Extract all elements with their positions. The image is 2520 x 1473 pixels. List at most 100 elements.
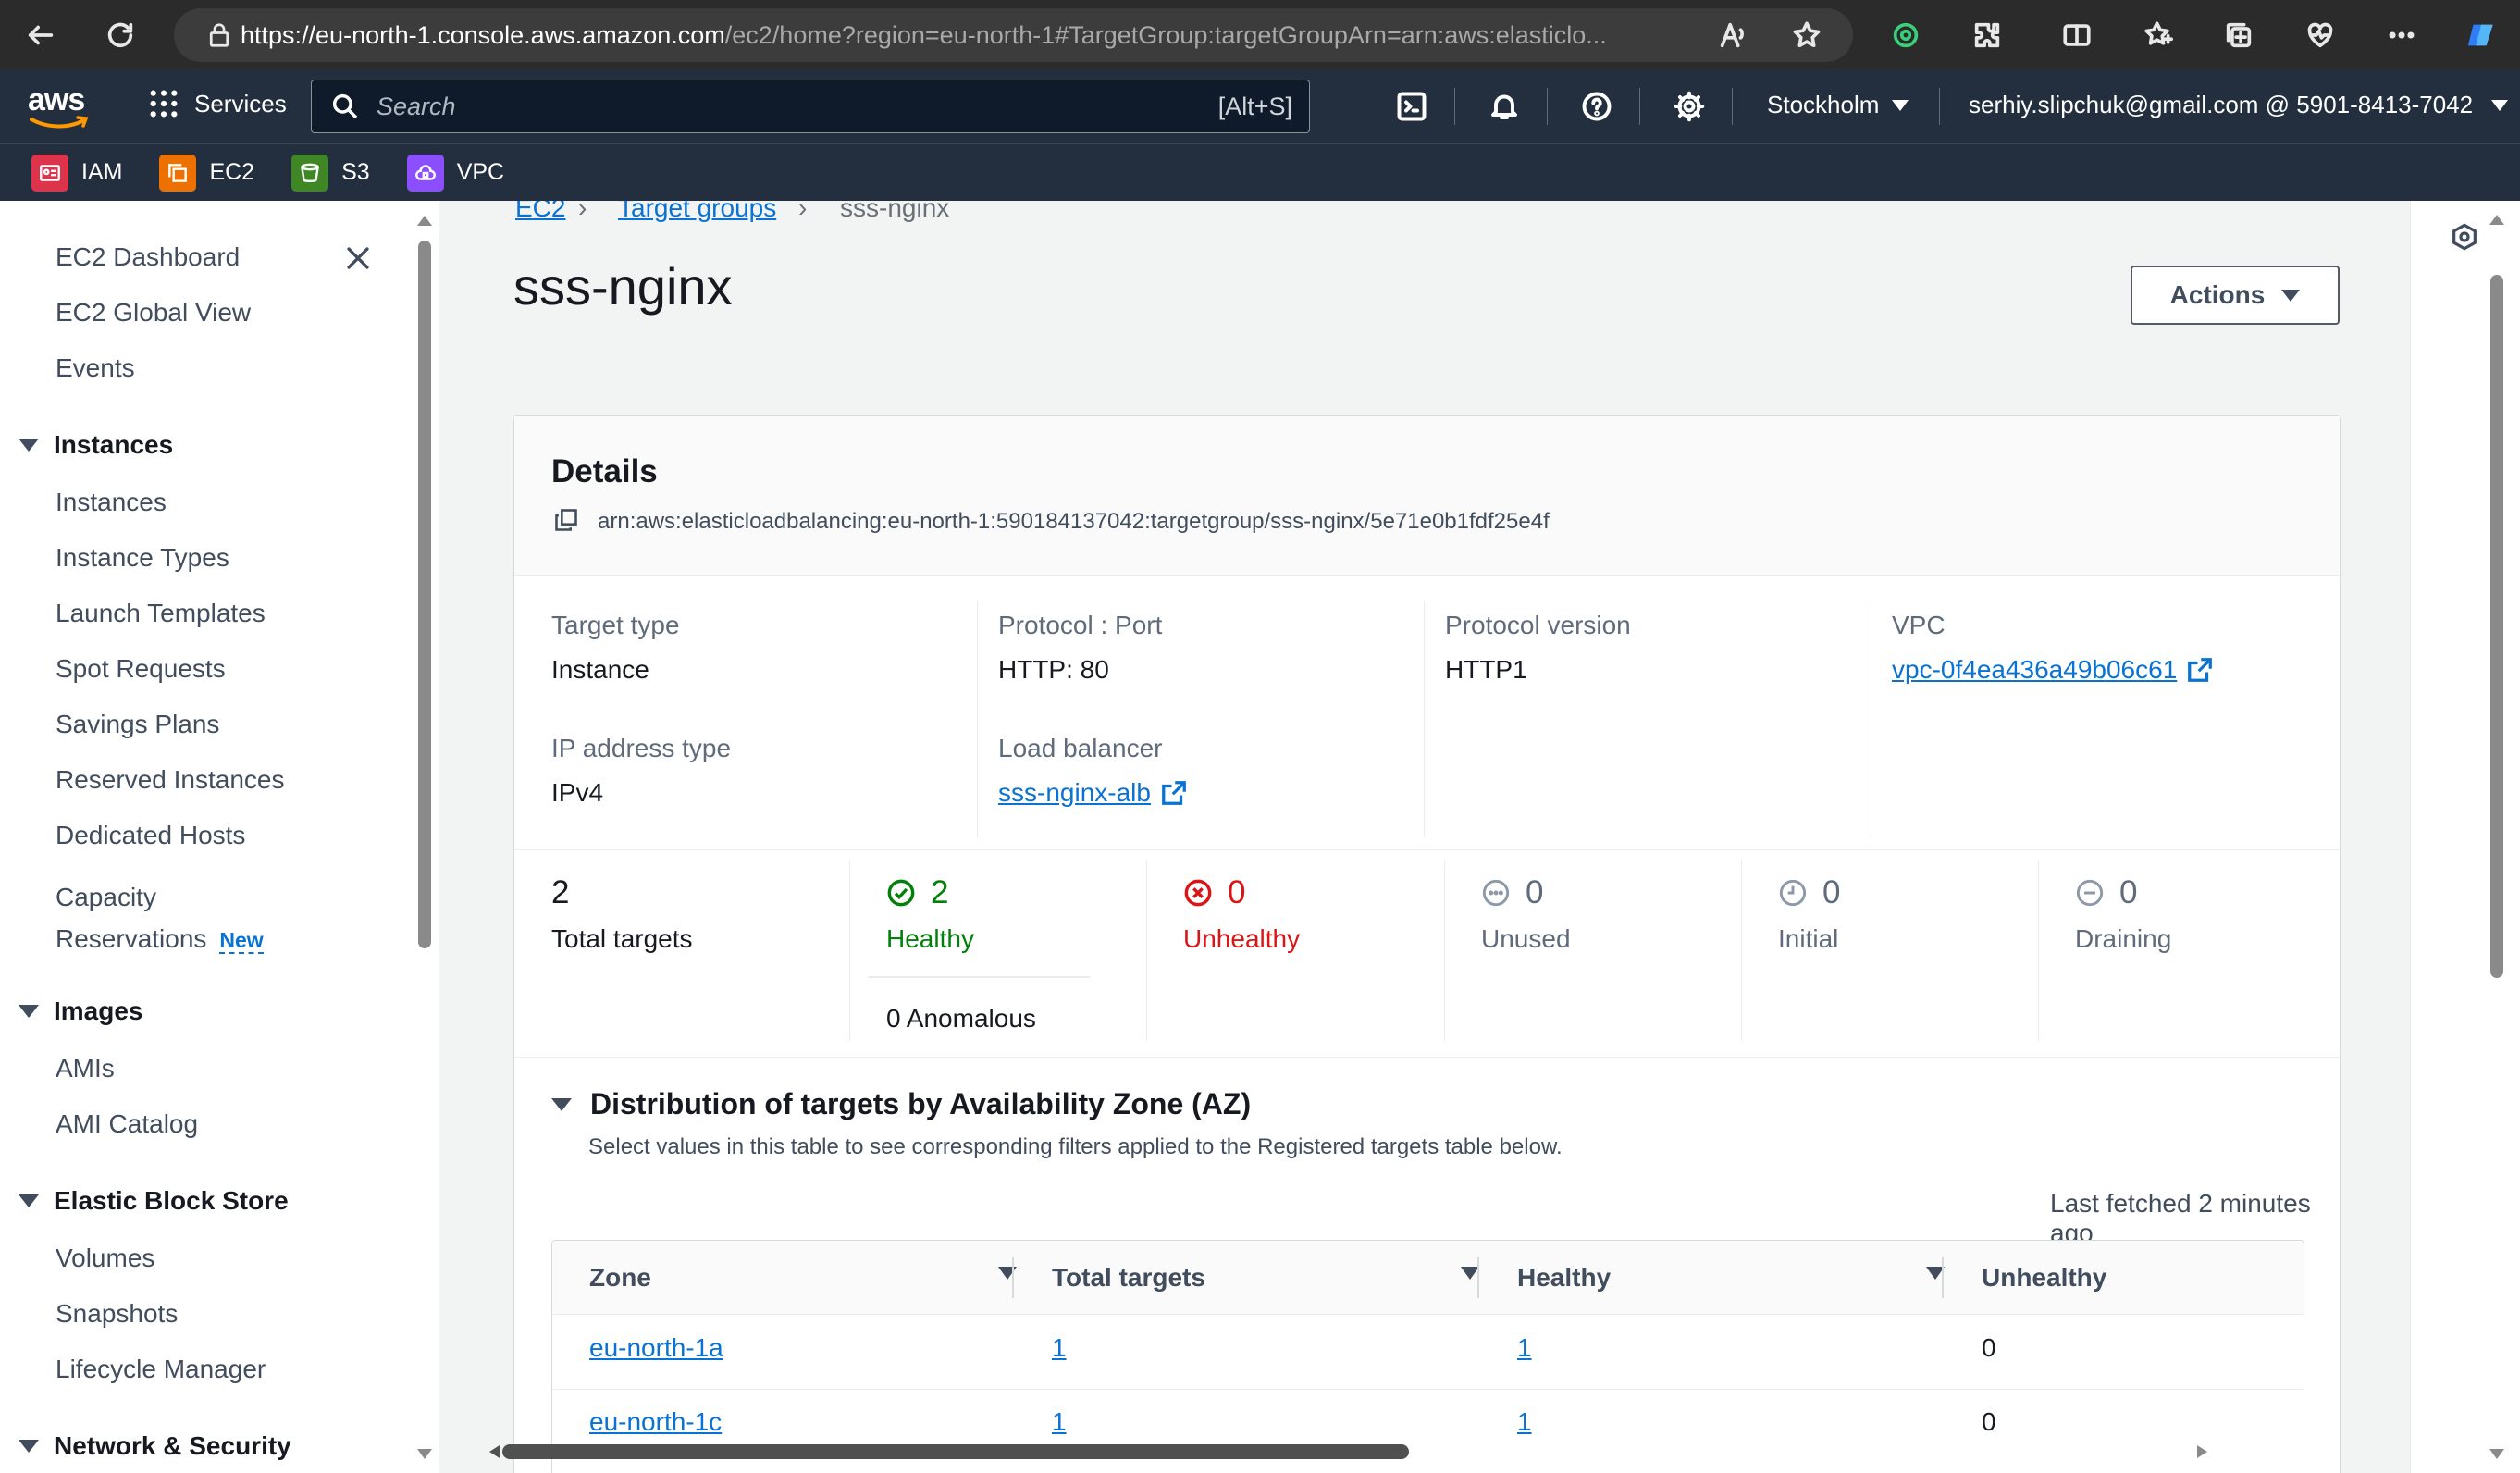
caret-down-icon [19,1005,39,1018]
extensions-icon[interactable] [1959,7,2015,63]
sidebar-item-snapshots[interactable]: Snapshots [56,1299,178,1329]
more-options-icon[interactable] [2374,7,2429,63]
target-group-arn: arn:aws:elasticloadbalancing:eu-north-1:… [598,509,1550,534]
sidebar-item-launch-templates[interactable]: Launch Templates [56,599,266,628]
scroll-down-icon[interactable] [414,1445,435,1464]
page-scrollbar[interactable] [2487,210,2507,1473]
favorites-icon[interactable] [2131,7,2186,63]
column-resizer[interactable] [1942,1257,1944,1298]
split-screen-icon[interactable] [2049,7,2105,63]
aws-logo[interactable]: aws [28,82,93,129]
extension-circle-icon[interactable] [1878,7,1933,63]
zone-link[interactable]: eu-north-1c [589,1407,722,1437]
sidebar-item-amis[interactable]: AMIs [56,1054,115,1083]
sidebar-item-dedicated-hosts[interactable]: Dedicated Hosts [56,821,245,850]
column-header-total-targets[interactable]: Total targets [1052,1241,1505,1315]
address-bar[interactable]: https://eu-north-1.console.aws.amazon.co… [174,8,1853,62]
total-targets-link[interactable]: 1 [1052,1407,1067,1437]
distribution-toggle[interactable]: Distribution of targets by Availability … [551,1087,1563,1121]
services-label: Services [194,89,287,118]
breadcrumb-ec2[interactable]: EC2 [515,201,565,223]
collections-icon[interactable] [2211,7,2267,63]
actions-button[interactable]: Actions [2131,266,2340,325]
region-selector[interactable]: Stockholm [1767,91,1909,119]
sidebar-scrollbar[interactable] [414,211,435,1473]
sidebar-item-volumes[interactable]: Volumes [56,1244,154,1273]
favorite-iam[interactable]: IAM [31,154,122,192]
sidebar-item-savings-plans[interactable]: Savings Plans [56,710,219,739]
column-header-zone[interactable]: Zone [589,1241,1043,1315]
load-balancer-link[interactable]: sss-nginx-alb [998,778,1188,808]
page-scroll-thumb[interactable] [2490,275,2503,978]
copilot-icon[interactable] [2453,7,2509,63]
column-header-healthy[interactable]: Healthy [1517,1241,1970,1315]
distribution-section: Distribution of targets by Availability … [551,1087,1563,1160]
scroll-up-icon[interactable] [2487,210,2507,229]
favorite-vpc[interactable]: VPC [406,154,504,192]
services-menu[interactable]: Services [148,88,287,119]
sidebar-item-instance-types[interactable]: Instance Types [56,543,229,573]
sidebar-item-events[interactable]: Events [56,353,135,383]
browser-essentials-icon[interactable] [2292,7,2348,63]
protocol-port-value: HTTP: 80 [998,655,1109,684]
sidebar-item-spot-requests[interactable]: Spot Requests [56,654,226,684]
column-resizer[interactable] [1012,1257,1014,1298]
account-menu[interactable]: serhiy.slipchuk@gmail.com @ 5901-8413-70… [1969,91,2509,119]
ip-type-value: IPv4 [551,778,604,807]
protocol-version-value: HTTP1 [1445,655,1527,684]
section-label: Images [54,996,143,1025]
scroll-left-icon[interactable] [486,1442,504,1461]
sidebar-item-instances[interactable]: Instances [56,488,167,517]
copy-icon[interactable] [553,507,579,533]
sort-caret-icon[interactable] [1461,1267,1479,1280]
sidebar-section-instances[interactable]: Instances [19,430,173,460]
help-icon[interactable] [1572,81,1622,131]
zone-link[interactable]: eu-north-1a [589,1333,723,1363]
sidebar-item-ami-catalog[interactable]: AMI Catalog [56,1109,198,1139]
settings-gear-icon[interactable] [1664,81,1714,131]
read-aloud-icon[interactable] [1705,7,1760,63]
healthy-link[interactable]: 1 [1517,1333,1532,1363]
sidebar-item-capacity-reservations[interactable]: Capacity Reservations New [56,876,264,961]
stat-unused[interactable]: 0 Unused [1481,874,1571,954]
sidebar-section-elastic-block-store[interactable]: Elastic Block Store [19,1186,289,1216]
scroll-down-icon[interactable] [2487,1445,2507,1464]
favorite-s3[interactable]: S3 [291,154,370,192]
sidebar-scroll-thumb[interactable] [418,241,431,948]
favorite-star-icon[interactable] [1779,7,1834,63]
stat-initial[interactable]: 0 Initial [1778,874,1840,954]
scroll-up-icon[interactable] [414,211,435,229]
sidebar-item-ec2-global-view[interactable]: EC2 Global View [56,298,251,328]
sidebar: EC2 Dashboard EC2 Global View Events Ins… [0,201,439,1473]
column-resizer[interactable] [1477,1257,1479,1298]
horizontal-scroll-thumb[interactable] [502,1444,1409,1459]
refresh-icon[interactable] [93,7,148,63]
scroll-right-icon[interactable] [2193,1442,2211,1461]
total-targets-link[interactable]: 1 [1052,1333,1067,1363]
sort-caret-icon[interactable] [998,1267,1017,1280]
healthy-link[interactable]: 1 [1517,1407,1532,1437]
feedback-hexagon-icon[interactable] [2450,221,2479,253]
notifications-bell-icon[interactable] [1479,81,1529,131]
cloudshell-icon[interactable] [1387,81,1437,131]
sidebar-item-reserved-instances[interactable]: Reserved Instances [56,765,284,795]
stat-healthy[interactable]: 2 Healthy [886,874,974,954]
vpc-link[interactable]: vpc-0f4ea436a49b06c61 [1892,655,2214,685]
nav-divider [1639,88,1640,125]
column-header-unhealthy[interactable]: Unhealthy [1982,1241,2296,1315]
breadcrumb-target-groups[interactable]: Target groups [618,201,776,223]
protocol-port-label: Protocol : Port [998,611,1163,639]
sidebar-item-ec2-dashboard[interactable]: EC2 Dashboard [56,242,240,272]
favorite-ec2[interactable]: EC2 [159,154,254,192]
sidebar-item-lifecycle-manager[interactable]: Lifecycle Manager [56,1355,266,1384]
close-icon[interactable] [342,242,374,274]
vpc-link-text[interactable]: vpc-0f4ea436a49b06c61 [1892,655,2177,685]
stat-unhealthy[interactable]: 0 Unhealthy [1183,874,1300,954]
sidebar-section-network-security[interactable]: Network & Security [19,1431,291,1461]
back-icon[interactable] [13,7,68,63]
search-input[interactable]: Search [Alt+S] [311,80,1310,133]
load-balancer-link-text[interactable]: sss-nginx-alb [998,778,1151,808]
sidebar-section-images[interactable]: Images [19,996,143,1026]
stat-draining[interactable]: 0 Draining [2075,874,2171,954]
table-horizontal-scrollbar[interactable] [486,1441,2225,1463]
